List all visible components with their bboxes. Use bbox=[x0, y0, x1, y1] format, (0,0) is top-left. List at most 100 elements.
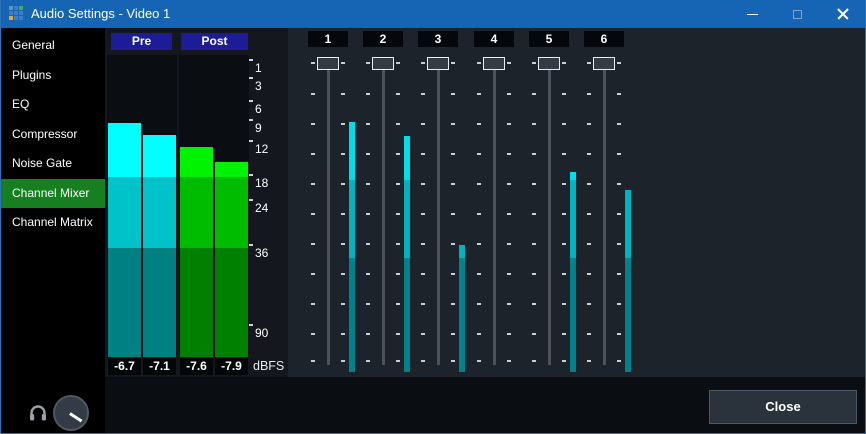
slider-tick-mark bbox=[477, 123, 481, 125]
slider-tick-mark bbox=[617, 153, 621, 155]
sidebar-item-plugins[interactable]: Plugins bbox=[1, 61, 105, 90]
close-button[interactable]: Close bbox=[709, 390, 857, 424]
post-meter-left-segment bbox=[180, 147, 213, 177]
channel-4-label: 4 bbox=[474, 31, 514, 47]
slider-tick-mark bbox=[507, 183, 511, 185]
slider-tick-mark bbox=[587, 243, 591, 245]
maximize-button[interactable] bbox=[775, 0, 820, 28]
slider-tick-mark bbox=[396, 273, 400, 275]
slider-tick-mark bbox=[341, 183, 345, 185]
slider-tick-mark bbox=[421, 333, 425, 335]
slider-tick-mark bbox=[587, 153, 591, 155]
slider-tick-mark bbox=[311, 273, 315, 275]
post-meter-right-segment bbox=[215, 162, 248, 177]
channel-5-label: 5 bbox=[529, 31, 569, 47]
post-right-level-value: -7.9 bbox=[215, 358, 248, 375]
channel-1-slider-track[interactable] bbox=[327, 62, 330, 365]
slider-tick-mark bbox=[366, 360, 370, 362]
slider-tick-mark bbox=[617, 183, 621, 185]
slider-tick-mark bbox=[421, 273, 425, 275]
channel-5-volume-slider-handle[interactable] bbox=[538, 57, 560, 70]
channel-6-meter-segment bbox=[625, 190, 631, 258]
slider-tick-mark bbox=[396, 213, 400, 215]
channel-2-slider-track[interactable] bbox=[382, 62, 385, 365]
channel-2-meter-segment bbox=[404, 136, 410, 180]
slider-tick-mark bbox=[532, 243, 536, 245]
close-window-button[interactable] bbox=[820, 0, 865, 28]
slider-tick-mark bbox=[587, 273, 591, 275]
sidebar-item-compressor[interactable]: Compressor bbox=[1, 120, 105, 149]
channel-6-volume-slider-handle[interactable] bbox=[593, 57, 615, 70]
slider-tick-mark bbox=[341, 273, 345, 275]
slider-tick-mark bbox=[617, 360, 621, 362]
slider-tick-mark bbox=[477, 153, 481, 155]
slider-tick-mark bbox=[451, 333, 455, 335]
slider-tick-mark bbox=[477, 303, 481, 305]
scale-label-12: 12 bbox=[255, 142, 268, 156]
slider-tick-mark bbox=[311, 303, 315, 305]
slider-tick-mark bbox=[421, 153, 425, 155]
channel-5-meter-segment bbox=[570, 180, 576, 258]
slider-tick-mark bbox=[421, 123, 425, 125]
slider-tick-mark bbox=[451, 93, 455, 95]
channel-1-volume-slider-handle[interactable] bbox=[317, 57, 339, 70]
channel-3-volume-slider-handle[interactable] bbox=[427, 57, 449, 70]
sidebar-item-noise-gate[interactable]: Noise Gate bbox=[1, 149, 105, 178]
channel-3-meter-segment bbox=[459, 245, 465, 258]
sidebar-item-general[interactable]: General bbox=[1, 31, 105, 60]
slider-tick-mark bbox=[366, 93, 370, 95]
slider-tick-mark bbox=[507, 333, 511, 335]
sidebar-item-eq[interactable]: EQ bbox=[1, 90, 105, 119]
slider-tick-mark bbox=[562, 123, 566, 125]
channel-2-volume-slider-handle[interactable] bbox=[372, 57, 394, 70]
slider-tick-mark bbox=[532, 123, 536, 125]
slider-tick-mark bbox=[532, 153, 536, 155]
channel-1-meter-segment bbox=[349, 258, 355, 372]
scale-tick-mark bbox=[249, 77, 253, 79]
slider-tick-mark bbox=[341, 360, 345, 362]
channel-4-volume-slider-handle[interactable] bbox=[483, 57, 505, 70]
channel-6-slider-track[interactable] bbox=[603, 62, 606, 365]
channel-3-label: 3 bbox=[418, 31, 458, 47]
slider-tick-mark bbox=[617, 243, 621, 245]
slider-tick-mark bbox=[617, 93, 621, 95]
slider-tick-mark bbox=[587, 360, 591, 362]
slider-tick-mark bbox=[477, 183, 481, 185]
slider-tick-mark bbox=[451, 153, 455, 155]
slider-tick-mark bbox=[341, 93, 345, 95]
slider-tick-mark bbox=[421, 183, 425, 185]
pre-meter-header[interactable]: Pre bbox=[111, 33, 172, 50]
minimize-icon bbox=[747, 14, 758, 15]
slider-tick-mark bbox=[421, 62, 425, 64]
pre-meter-left-segment bbox=[108, 248, 141, 357]
scale-tick-mark bbox=[249, 59, 253, 61]
slider-tick-mark bbox=[396, 183, 400, 185]
slider-tick-mark bbox=[451, 123, 455, 125]
minimize-button[interactable] bbox=[730, 0, 775, 28]
channel-2-meter-segment bbox=[404, 258, 410, 372]
sidebar-item-channel-matrix[interactable]: Channel Matrix bbox=[1, 208, 105, 237]
slider-tick-mark bbox=[587, 123, 591, 125]
slider-tick-mark bbox=[587, 213, 591, 215]
channel-5-slider-track[interactable] bbox=[548, 62, 551, 365]
headphone-icon bbox=[28, 402, 48, 427]
slider-tick-mark bbox=[617, 303, 621, 305]
sidebar-item-channel-mixer[interactable]: Channel Mixer bbox=[1, 179, 105, 208]
slider-tick-mark bbox=[396, 303, 400, 305]
pre-meter-right-segment bbox=[143, 248, 176, 357]
channel-6-meter-segment bbox=[625, 258, 631, 372]
scale-label-3: 3 bbox=[255, 79, 262, 93]
slider-tick-mark bbox=[396, 153, 400, 155]
sidebar: GeneralPluginsEQCompressorNoise GateChan… bbox=[1, 28, 105, 434]
close-icon bbox=[837, 8, 849, 20]
slider-tick-mark bbox=[532, 303, 536, 305]
post-meter-header[interactable]: Post bbox=[181, 33, 248, 50]
slider-tick-mark bbox=[532, 93, 536, 95]
post-meter-left-segment bbox=[180, 177, 213, 248]
slider-tick-mark bbox=[366, 123, 370, 125]
channel-4-slider-track[interactable] bbox=[493, 62, 496, 365]
slider-tick-mark bbox=[587, 333, 591, 335]
slider-tick-mark bbox=[562, 153, 566, 155]
channel-3-slider-track[interactable] bbox=[437, 62, 440, 365]
slider-tick-mark bbox=[311, 62, 315, 64]
